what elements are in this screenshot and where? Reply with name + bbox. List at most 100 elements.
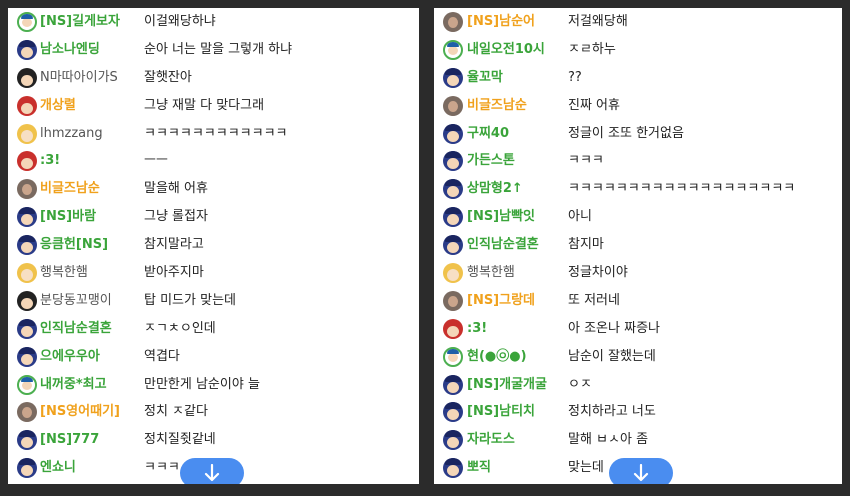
chat-username[interactable]: [NS]남티치 — [467, 398, 535, 426]
user-avatar-icon[interactable] — [443, 235, 463, 256]
chat-username[interactable]: [NS]그랑데 — [467, 287, 535, 315]
scroll-to-bottom-button[interactable] — [180, 458, 244, 484]
user-avatar-icon[interactable] — [17, 402, 37, 423]
chat-message-text: 받아주지마 — [144, 265, 204, 281]
chat-username[interactable]: lhmzzang — [40, 120, 103, 148]
chat-message-row: 가든스톤 ㅋㅋㅋ — [434, 147, 842, 175]
user-avatar-icon[interactable] — [443, 318, 463, 339]
chat-message-text: 남순이 잘했는데 — [568, 348, 656, 364]
chat-username[interactable]: [NS]남빡잇 — [467, 203, 535, 231]
user-avatar-icon[interactable] — [17, 151, 37, 172]
user-avatar-icon[interactable] — [443, 12, 463, 32]
user-avatar-icon[interactable] — [443, 39, 463, 60]
chat-username[interactable]: 상맘형2↑ — [467, 175, 523, 203]
user-avatar-icon[interactable] — [443, 458, 463, 479]
user-avatar-icon[interactable] — [17, 67, 37, 88]
chat-message-row: lhmzzang ㅋㅋㅋㅋㅋㅋㅋㅋㅋㅋㅋㅋ — [8, 120, 419, 148]
chat-message-row: [NS]남순어 저걸왜당해 — [434, 8, 842, 36]
chat-username[interactable]: 엔쇼니 — [40, 454, 76, 482]
chat-message-row: 비글즈남순 진짜 어휴 — [434, 92, 842, 120]
user-avatar-icon[interactable] — [443, 402, 463, 423]
chat-username[interactable]: 인직남순결혼 — [467, 231, 539, 259]
chat-username[interactable]: 현(●㉧●) — [467, 343, 527, 371]
chat-message-row: N마따아이가S 잘햇잔아 — [8, 64, 419, 92]
user-avatar-icon[interactable] — [443, 151, 463, 172]
user-avatar-icon[interactable] — [17, 374, 37, 395]
chat-username[interactable]: 행복한햄 — [467, 259, 515, 287]
chat-username[interactable]: 내일오전10시 — [467, 36, 545, 64]
chat-username[interactable]: 개상렬 — [40, 92, 76, 120]
user-avatar-icon[interactable] — [443, 290, 463, 311]
user-avatar-icon[interactable] — [443, 374, 463, 395]
chat-message-row: [NS]바람 그냥 롤접자 — [8, 203, 419, 231]
user-avatar-icon[interactable] — [17, 123, 37, 144]
chat-username[interactable]: [NS]길게보자 — [40, 8, 120, 36]
user-avatar-icon[interactable] — [17, 430, 37, 451]
chat-username[interactable]: [NS]개굴개굴 — [467, 371, 547, 399]
user-avatar-icon[interactable] — [17, 39, 37, 60]
chat-message-text: ㅋㅋㅋ — [144, 460, 180, 476]
chat-username[interactable]: 자라도스 — [467, 426, 515, 454]
chat-username[interactable]: [NS]777 — [40, 426, 99, 454]
user-avatar-icon[interactable] — [443, 263, 463, 284]
chat-panel-left[interactable]: [NS]길게보자 이걸왜당하냐 남소나엔딩 순아 너는 말을 그렇개 하냐 N마따아이가… — [8, 8, 419, 484]
chat-message-row: 내일오전10시 ㅈㄹ하누 — [434, 36, 842, 64]
user-avatar-icon[interactable] — [443, 179, 463, 200]
chat-username[interactable]: 남소나엔딩 — [40, 36, 100, 64]
user-avatar-icon[interactable] — [17, 12, 37, 32]
user-avatar-icon[interactable] — [17, 263, 37, 284]
user-avatar-icon[interactable] — [443, 67, 463, 88]
chat-message-text: 말해 ㅂㅅ아 좀 — [568, 432, 649, 448]
chat-username[interactable]: [NS]남순어 — [467, 8, 535, 36]
chat-username[interactable]: 응큼헌[NS] — [40, 231, 108, 259]
chat-message-text: 순아 너는 말을 그렇개 하냐 — [144, 41, 293, 57]
user-avatar-icon[interactable] — [443, 123, 463, 144]
chat-username[interactable]: N마따아이가S — [40, 64, 118, 92]
chat-message-text: 정치하라고 너도 — [568, 404, 656, 420]
chat-message-row: 율꼬막?? — [434, 64, 842, 92]
chat-username[interactable]: [NS영어때기] — [40, 398, 120, 426]
chat-username[interactable]: 비글즈남순 — [467, 92, 527, 120]
chat-message-row: [NS]남티치 정치하라고 너도 — [434, 398, 842, 426]
chat-message-row: :3! 아 조온나 짜증나 — [434, 315, 842, 343]
user-avatar-icon[interactable] — [443, 430, 463, 451]
user-avatar-icon[interactable] — [17, 458, 37, 479]
chat-message-text: 정글차이야 — [568, 265, 628, 281]
chat-message-text: 잘햇잔아 — [144, 69, 192, 85]
chat-message-text: ㅈㄱㅊㅇ인데 — [144, 320, 216, 336]
user-avatar-icon[interactable] — [17, 207, 37, 228]
user-avatar-icon[interactable] — [17, 346, 37, 367]
chat-username[interactable]: :3! — [467, 315, 487, 343]
chat-message-text: ㅋㅋㅋ — [568, 153, 604, 169]
chat-username[interactable]: :3! — [40, 147, 60, 175]
chat-username[interactable]: 비글즈남순 — [40, 175, 100, 203]
chat-username[interactable]: 구찌40 — [467, 120, 509, 148]
chat-panel-right[interactable]: [NS]남순어 저걸왜당해 내일오전10시 ㅈㄹ하누 율꼬막?? 비글즈남순 진짜 어휴 구찌… — [434, 8, 842, 484]
chat-username[interactable]: [NS]바람 — [40, 203, 96, 231]
user-avatar-icon[interactable] — [443, 95, 463, 116]
user-avatar-icon[interactable] — [17, 95, 37, 116]
chat-username[interactable]: 행복한햄 — [40, 259, 88, 287]
user-avatar-icon[interactable] — [17, 179, 37, 200]
chat-message-row: 현(●㉧●) 남순이 잘했는데 — [434, 343, 842, 371]
scroll-to-bottom-button[interactable] — [609, 458, 673, 484]
user-avatar-icon[interactable] — [17, 235, 37, 256]
chat-username[interactable]: 인직남순결혼 — [40, 315, 112, 343]
chat-username[interactable]: 뽀직 — [467, 454, 491, 482]
chat-username[interactable]: 율꼬막 — [467, 64, 503, 92]
chat-message-text: ?? — [568, 69, 582, 85]
user-avatar-icon[interactable] — [443, 207, 463, 228]
chat-message-text: 그냥 롤접자 — [144, 209, 208, 225]
chat-message-row: 분당동꼬맹이 탑 미드가 맞는데 — [8, 287, 419, 315]
chat-username[interactable]: 내꺼중*최고 — [40, 371, 107, 399]
chat-username[interactable]: 가든스톤 — [467, 147, 515, 175]
chat-message-text: ㅡㅡ — [144, 153, 168, 169]
chat-username[interactable]: 으에우우아 — [40, 343, 100, 371]
chat-message-row: 개상렬 그냥 재말 다 맞다그래 — [8, 92, 419, 120]
user-avatar-icon[interactable] — [443, 346, 463, 367]
chat-message-row: [NS]길게보자 이걸왜당하냐 — [8, 8, 419, 36]
user-avatar-icon[interactable] — [17, 318, 37, 339]
user-avatar-icon[interactable] — [17, 290, 37, 311]
chat-username[interactable]: 분당동꼬맹이 — [40, 287, 112, 315]
chat-message-text: 그냥 재말 다 맞다그래 — [144, 97, 265, 113]
